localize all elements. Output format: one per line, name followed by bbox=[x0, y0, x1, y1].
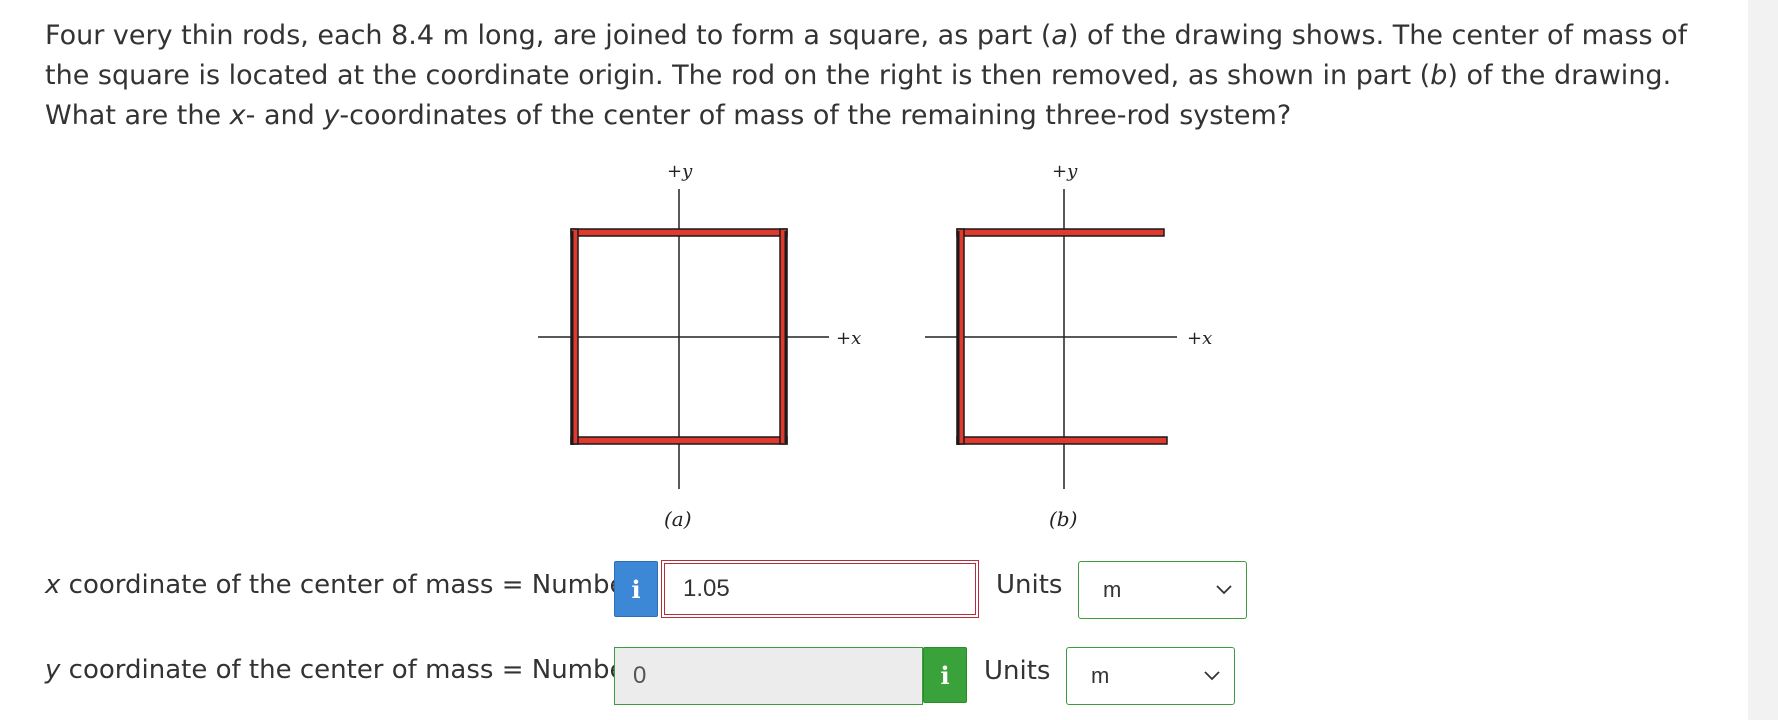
rod-bottom-a bbox=[570, 436, 788, 445]
rod-top-a bbox=[570, 228, 788, 237]
question-a-letter: a bbox=[1051, 20, 1068, 51]
x-axis-label-b: +x bbox=[1187, 328, 1212, 349]
y-axis-label-a: +y bbox=[667, 161, 693, 182]
y-axis-label-b: +y bbox=[1052, 161, 1078, 182]
caption-a: (a) bbox=[664, 507, 692, 531]
rod-bottom-b bbox=[956, 436, 1168, 445]
x-number-input[interactable]: 1.05 bbox=[664, 563, 976, 615]
x-units-label: Units bbox=[996, 570, 1063, 600]
chevron-down-icon bbox=[1204, 671, 1220, 681]
chevron-down-icon bbox=[1216, 585, 1232, 595]
caption-b: (b) bbox=[1049, 507, 1077, 531]
y-units-label: Units bbox=[984, 656, 1051, 686]
info-icon: i bbox=[940, 660, 950, 690]
info-icon: i bbox=[631, 574, 641, 604]
scrollbar-track[interactable] bbox=[1748, 0, 1778, 720]
x-info-button[interactable]: i bbox=[614, 561, 658, 617]
question-b-letter: b bbox=[1430, 60, 1448, 91]
y-row-var: y bbox=[45, 655, 61, 685]
x-units-selected: m bbox=[1103, 577, 1122, 602]
diagram-part-b: +y +x (b) bbox=[925, 161, 1212, 531]
x-number-input-wrapper: 1.05 bbox=[661, 560, 979, 618]
diagram-part-a: +y +x (a) bbox=[538, 161, 861, 531]
question-part1: Four very thin rods, each 8.4 m long, ar… bbox=[45, 20, 1052, 51]
y-number-input[interactable]: 0 bbox=[614, 647, 923, 705]
y-row-label: y coordinate of the center of mass = Num… bbox=[45, 655, 636, 685]
y-info-button[interactable]: i bbox=[923, 647, 967, 703]
question-x-var: x bbox=[229, 100, 246, 131]
question-part5: -coordinates of the center of mass of th… bbox=[339, 100, 1292, 131]
x-units-select[interactable]: m bbox=[1078, 561, 1247, 619]
rod-top-b bbox=[956, 228, 1165, 237]
x-row-var: x bbox=[45, 570, 61, 600]
y-row-label-text: coordinate of the center of mass = Numbe… bbox=[60, 655, 637, 685]
question-part4: - and bbox=[245, 100, 324, 131]
y-units-selected: m bbox=[1091, 663, 1110, 688]
x-row-label-text: coordinate of the center of mass = Numbe… bbox=[60, 570, 637, 600]
question-y-var: y bbox=[323, 100, 340, 131]
rod-diagram: +y +x (a) +y +x (b) bbox=[538, 161, 1212, 531]
x-axis-label-a: +x bbox=[836, 328, 861, 349]
x-row-label: x coordinate of the center of mass = Num… bbox=[45, 570, 636, 600]
page: Four very thin rods, each 8.4 m long, ar… bbox=[0, 0, 1778, 720]
y-units-select[interactable]: m bbox=[1066, 647, 1235, 705]
question-text: Four very thin rods, each 8.4 m long, ar… bbox=[45, 16, 1705, 136]
